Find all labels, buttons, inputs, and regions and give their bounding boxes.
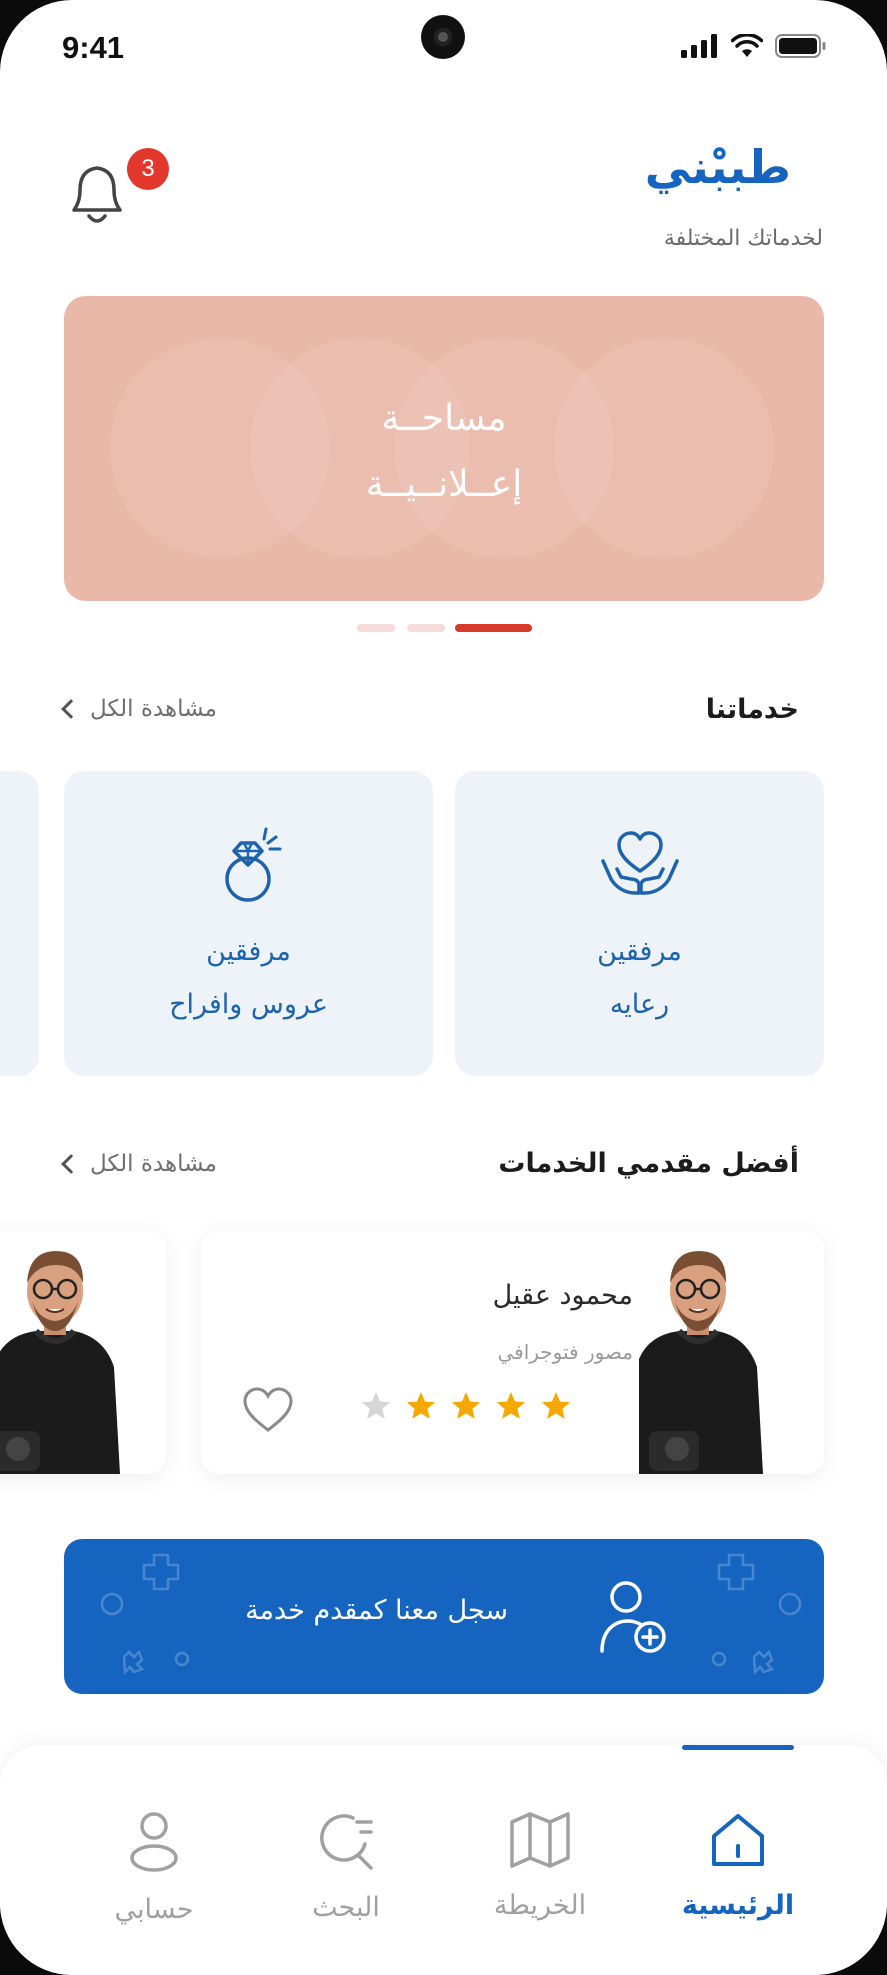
provider-role: مصور فتوجرافي: [497, 1340, 633, 1364]
providers-see-all[interactable]: مشاهدة الكل: [61, 1151, 217, 1177]
provider-photo: [639, 1251, 763, 1474]
add-user-icon: [600, 1581, 666, 1653]
app-tagline: لخدماتك المختلفة: [663, 226, 823, 251]
star-filled-icon: [451, 1392, 481, 1419]
nav-map-label: الخريطة: [493, 1890, 587, 1921]
care-hands-heart-icon: [600, 831, 679, 895]
service-card[interactable]: مرفقين رعايه: [455, 771, 824, 1076]
service-card[interactable]: مرفقين عروس وافراح: [64, 771, 433, 1076]
carousel-dot[interactable]: [357, 624, 395, 632]
bell-icon: [72, 166, 122, 223]
provider-name: محمود عقيل: [492, 1280, 633, 1311]
chevron-left-icon: [61, 1154, 81, 1174]
register-provider-button[interactable]: سجل معنا كمقدم خدمة: [64, 1539, 824, 1694]
banner-text: مساحــة إعــلانــيــة: [64, 386, 824, 518]
favorite-heart-icon[interactable]: [242, 1386, 294, 1434]
services-see-all[interactable]: مشاهدة الكل: [61, 696, 217, 722]
star-filled-icon: [496, 1392, 526, 1419]
service-line2: رعايه: [609, 989, 670, 1020]
carousel-dot-active[interactable]: [455, 624, 532, 632]
phone-screen: 9:41 3 طببْني لخدماتك المختلفة مساحــة إ…: [0, 0, 887, 1975]
front-camera: [421, 15, 465, 59]
star-filled-icon: [541, 1392, 571, 1419]
service-card-partial[interactable]: [0, 771, 39, 1076]
services-title: خدماتنا: [705, 694, 799, 725]
status-icons: [681, 34, 827, 58]
status-time: 9:41: [62, 30, 125, 65]
search-icon: [320, 1814, 373, 1870]
nav-account[interactable]: حسابي: [74, 1810, 234, 1925]
banner-line1: مساحــة: [381, 398, 507, 439]
service-line1: مرفقين: [597, 936, 682, 967]
providers-title: أفضل مقدمي الخدمات: [498, 1148, 799, 1179]
service-line2: عروس وافراح: [169, 989, 328, 1020]
carousel-dot[interactable]: [407, 624, 445, 632]
nav-account-label: حسابي: [114, 1894, 194, 1925]
ad-banner[interactable]: مساحــة إعــلانــيــة: [64, 296, 824, 601]
home-icon: [712, 1814, 764, 1866]
user-icon: [130, 1812, 178, 1872]
see-all-label: مشاهدة الكل: [90, 696, 217, 722]
nav-home[interactable]: الرئيسية: [658, 1810, 818, 1921]
signal-icon: [681, 34, 717, 58]
notifications-button[interactable]: [66, 158, 128, 228]
notification-badge: 3: [127, 148, 169, 190]
star-filled-icon: [406, 1392, 436, 1419]
battery-icon: [775, 34, 826, 58]
carousel-indicator: [0, 624, 887, 632]
wifi-icon: [731, 34, 763, 57]
nav-search-label: البحث: [312, 1892, 380, 1923]
rating-stars: [360, 1390, 572, 1422]
nav-search[interactable]: البحث: [266, 1810, 426, 1923]
map-icon: [510, 1812, 570, 1868]
cta-label: سجل معنا كمقدم خدمة: [245, 1595, 508, 1626]
service-line1: مرفقين: [206, 936, 291, 967]
ring-diamond-icon: [224, 827, 281, 902]
active-tab-indicator: [682, 1745, 794, 1750]
app-logo: طببْني: [644, 140, 791, 194]
chevron-left-icon: [61, 699, 81, 719]
provider-photo: [0, 1251, 120, 1474]
provider-card-partial[interactable]: [0, 1231, 166, 1474]
nav-map[interactable]: الخريطة: [460, 1810, 620, 1921]
star-empty-icon: [361, 1392, 391, 1419]
banner-line2: إعــلانــيــة: [365, 464, 523, 505]
nav-home-label: الرئيسية: [681, 1890, 795, 1921]
see-all-label: مشاهدة الكل: [90, 1151, 217, 1177]
